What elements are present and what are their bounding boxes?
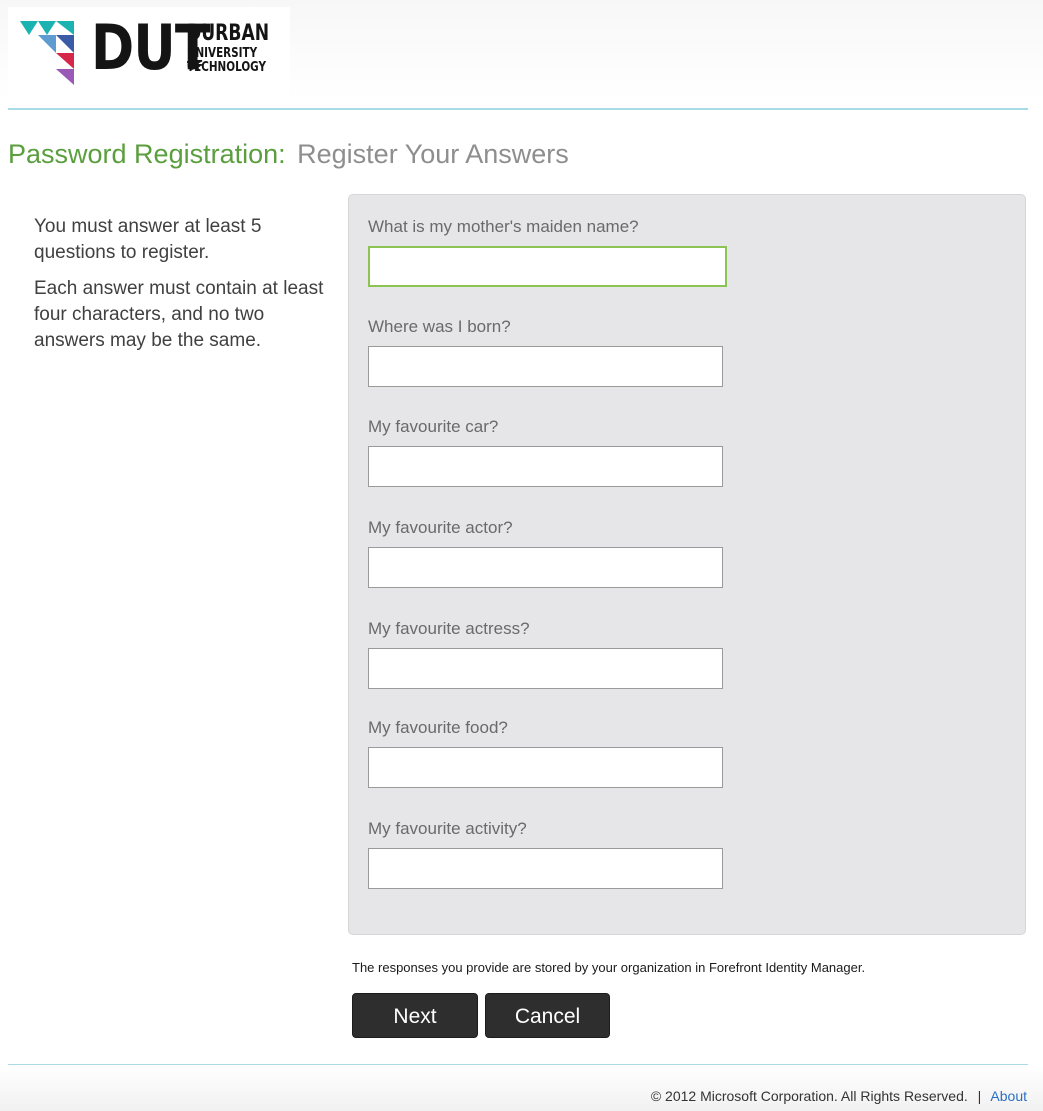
logo-line-1: DURBAN — [187, 21, 270, 46]
question-label: What is my mother's maiden name? — [368, 217, 639, 236]
cancel-button[interactable]: Cancel — [485, 993, 610, 1038]
answer-input-birthplace[interactable] — [368, 346, 723, 387]
answer-input-favourite-actress[interactable] — [368, 648, 723, 689]
instructions: You must answer at least 5 questions to … — [34, 214, 334, 364]
header-divider — [8, 108, 1028, 110]
question-favourite-actress: My favourite actress? — [368, 618, 723, 689]
question-label: My favourite actor? — [368, 518, 513, 537]
question-mothers-maiden-name: What is my mother's maiden name? — [368, 216, 727, 287]
answer-input-favourite-food[interactable] — [368, 747, 723, 788]
question-label: My favourite food? — [368, 718, 508, 737]
page-title-sub: Register Your Answers — [297, 139, 569, 169]
answer-input-mothers-maiden-name[interactable] — [368, 246, 727, 287]
instructions-min-answers: You must answer at least 5 questions to … — [34, 216, 262, 263]
question-favourite-activity: My favourite activity? — [368, 818, 723, 889]
question-label: My favourite activity? — [368, 819, 527, 838]
question-favourite-actor: My favourite actor? — [368, 517, 723, 588]
copyright-text: © 2012 Microsoft Corporation. All Rights… — [650, 1088, 968, 1104]
dut-logo: DUT DURBAN UNIVERSITY OF TECHNOLOGY — [8, 7, 290, 95]
footer-text: © 2012 Microsoft Corporation. All Rights… — [651, 1086, 1027, 1106]
logo-triangles-icon — [20, 21, 74, 85]
question-label: My favourite car? — [368, 417, 499, 436]
page-title-main: Password Registration: — [8, 139, 286, 169]
question-label: Where was I born? — [368, 317, 511, 336]
footer-separator: | — [977, 1088, 982, 1104]
questions-panel: What is my mother's maiden name? Where w… — [348, 194, 1026, 935]
answer-input-favourite-actor[interactable] — [368, 547, 723, 588]
question-label: My favourite actress? — [368, 619, 530, 638]
storage-note: The responses you provide are stored by … — [352, 960, 866, 975]
question-birthplace: Where was I born? — [368, 316, 723, 387]
instructions-answer-rules: Each answer must contain at least four c… — [34, 278, 324, 351]
question-favourite-car: My favourite car? — [368, 416, 723, 487]
answer-input-favourite-activity[interactable] — [368, 848, 723, 889]
about-link[interactable]: About — [990, 1088, 1027, 1104]
answer-input-favourite-car[interactable] — [368, 446, 723, 487]
page-title: Password Registration: Register Your Ans… — [8, 138, 569, 170]
logo-line-3: TECHNOLOGY — [187, 60, 267, 75]
question-favourite-food: My favourite food? — [368, 717, 723, 788]
next-button[interactable]: Next — [352, 993, 478, 1038]
